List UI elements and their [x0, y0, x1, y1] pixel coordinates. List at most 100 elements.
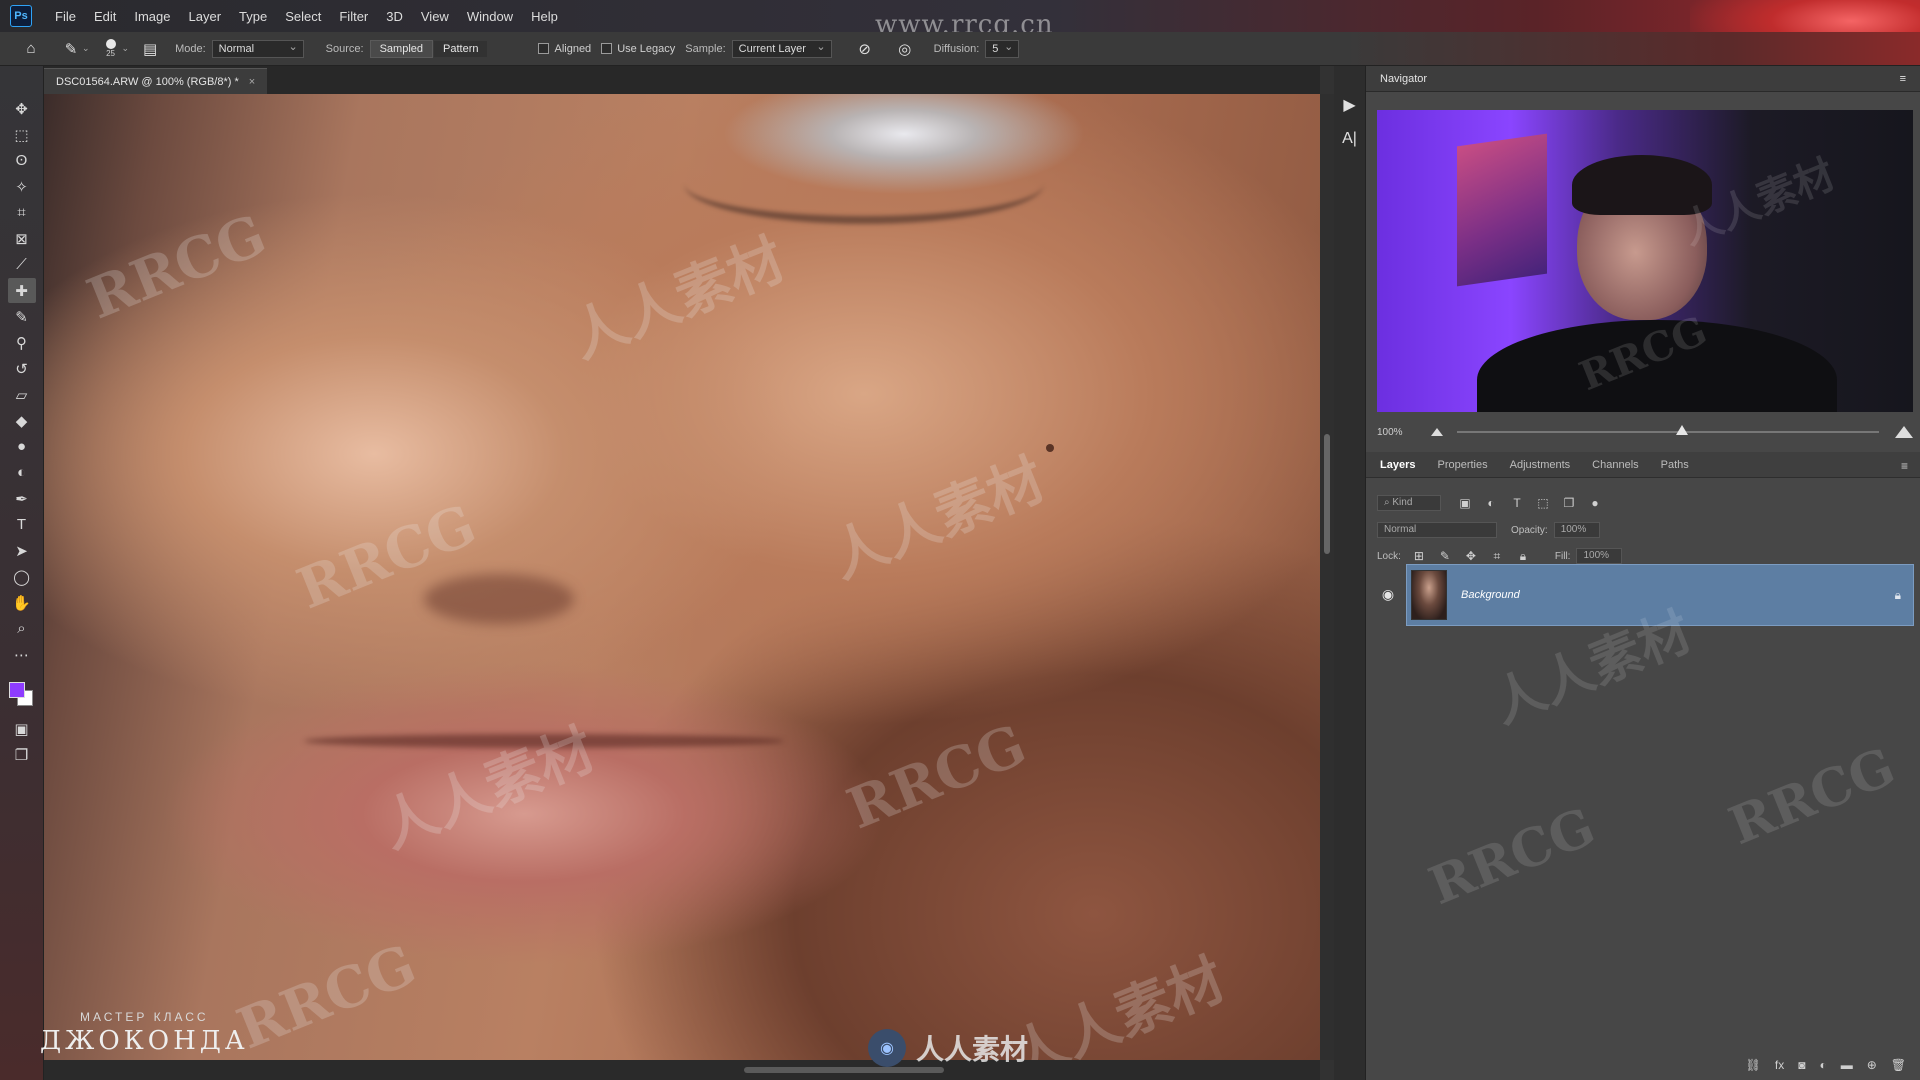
- play-actions-icon[interactable]: ▶: [1337, 92, 1363, 118]
- ignore-adjustment-layers-icon[interactable]: ⊘: [854, 38, 876, 60]
- zoom-tool-icon[interactable]: ⌕: [8, 616, 36, 641]
- clone-stamp-tool-icon[interactable]: ⚲: [8, 330, 36, 355]
- crop-tool-icon[interactable]: ⌗: [8, 200, 36, 225]
- menu-file[interactable]: File: [46, 9, 85, 24]
- blur-tool-icon[interactable]: ●: [8, 434, 36, 459]
- vertical-scroll-thumb[interactable]: [1324, 434, 1330, 554]
- panel-menu-icon[interactable]: ≡: [1900, 73, 1906, 85]
- brush-size-picker[interactable]: 25: [105, 39, 116, 58]
- foreground-color-swatch[interactable]: [8, 682, 25, 698]
- lasso-tool-icon[interactable]: ʘ: [8, 148, 36, 173]
- healing-brush-tool-icon[interactable]: ✚: [7, 278, 36, 303]
- smart-object-filter-icon[interactable]: ❐: [1561, 496, 1577, 510]
- watermark: 人人素材: [561, 226, 794, 372]
- menu-layer[interactable]: Layer: [180, 9, 231, 24]
- paint-bucket-tool-icon[interactable]: ◆: [8, 408, 36, 433]
- close-tab-icon[interactable]: ×: [249, 76, 255, 88]
- menu-edit[interactable]: Edit: [85, 9, 125, 24]
- character-panel-icon[interactable]: A|: [1337, 126, 1363, 152]
- layer-lock-icon[interactable]: 🔒︎: [1895, 588, 1901, 603]
- new-group-icon[interactable]: ▬: [1841, 1058, 1853, 1072]
- lock-artboard-icon[interactable]: ⌗: [1489, 549, 1505, 564]
- navigator-title[interactable]: Navigator: [1380, 73, 1427, 85]
- hand-tool-icon[interactable]: ✋: [8, 590, 36, 615]
- history-brush-tool-icon[interactable]: ↺: [8, 356, 36, 381]
- healing-brush-preset-icon[interactable]: ✎: [60, 38, 82, 60]
- link-layers-icon[interactable]: ⛓: [1746, 1058, 1761, 1072]
- tab-layers[interactable]: Layers: [1380, 459, 1415, 471]
- menu-filter[interactable]: Filter: [330, 9, 377, 24]
- menu-3d[interactable]: 3D: [377, 9, 412, 24]
- tab-adjustments[interactable]: Adjustments: [1510, 459, 1571, 471]
- tab-paths[interactable]: Paths: [1661, 459, 1689, 471]
- menu-type[interactable]: Type: [230, 9, 276, 24]
- adjustment-layer-icon[interactable]: ◐: [1819, 1058, 1826, 1072]
- sample-select[interactable]: Current Layer: [731, 39, 832, 58]
- eraser-tool-icon[interactable]: ▱: [8, 382, 36, 407]
- menu-view[interactable]: View: [412, 9, 458, 24]
- marquee-tool-icon[interactable]: ⬚: [8, 122, 36, 147]
- menu-select[interactable]: Select: [276, 9, 330, 24]
- source-pattern-button[interactable]: Pattern: [433, 39, 489, 58]
- dodge-tool-icon[interactable]: ◐: [8, 460, 36, 485]
- tab-channels[interactable]: Channels: [1592, 459, 1638, 471]
- document-canvas[interactable]: RRCG 人人素材 RRCG 人人素材 RRCG 人人素材 RRCG 人人素材: [44, 94, 1320, 1060]
- tab-properties[interactable]: Properties: [1437, 459, 1487, 471]
- zoom-slider-knob[interactable]: [1676, 425, 1689, 435]
- menu-help[interactable]: Help: [522, 9, 567, 24]
- move-tool-icon[interactable]: ✥: [8, 96, 36, 121]
- navigator-preview[interactable]: 人人素材 RRCG: [1377, 110, 1913, 412]
- brush-settings-icon[interactable]: ▤: [139, 38, 161, 60]
- adjustment-filter-icon[interactable]: ◐: [1483, 496, 1499, 510]
- type-tool-icon[interactable]: T: [8, 512, 36, 537]
- nostril-shadow: [424, 574, 574, 624]
- layer-visibility-eye-icon[interactable]: ◉: [1378, 584, 1398, 604]
- path-selection-tool-icon[interactable]: ➤: [8, 538, 36, 563]
- pressure-size-icon[interactable]: ◎: [894, 38, 916, 60]
- pixel-filter-icon[interactable]: ▣: [1457, 496, 1473, 510]
- opacity-field[interactable]: 100%: [1553, 522, 1600, 538]
- new-layer-icon[interactable]: ⊕: [1867, 1058, 1877, 1072]
- zoom-in-icon[interactable]: [1895, 426, 1913, 438]
- magic-wand-tool-icon[interactable]: ✧: [8, 174, 36, 199]
- frame-tool-icon[interactable]: ⊠: [8, 226, 36, 251]
- brush-tool-icon[interactable]: ✎: [8, 304, 36, 329]
- document-tab[interactable]: DSC01564.ARW @ 100% (RGB/8*) * ×: [44, 68, 268, 94]
- home-icon[interactable]: ⌂: [20, 38, 42, 60]
- color-swatches[interactable]: [7, 680, 37, 710]
- type-filter-icon[interactable]: T: [1509, 496, 1525, 510]
- lock-transparent-icon[interactable]: ⊞: [1411, 549, 1427, 563]
- layers-panel-menu-icon[interactable]: ≡: [1901, 459, 1908, 473]
- shape-filter-icon[interactable]: ⬚: [1535, 496, 1551, 510]
- zoom-percent[interactable]: 100%: [1377, 427, 1403, 438]
- add-mask-icon[interactable]: ◙: [1798, 1058, 1805, 1072]
- quick-mask-icon[interactable]: ▣: [8, 716, 36, 741]
- lock-position-icon[interactable]: ✥: [1463, 549, 1479, 563]
- fx-icon[interactable]: fx: [1775, 1058, 1784, 1072]
- zoom-out-icon[interactable]: [1430, 428, 1443, 436]
- pen-tool-icon[interactable]: ✒: [8, 486, 36, 511]
- aligned-checkbox[interactable]: [538, 43, 550, 54]
- zoom-slider[interactable]: [1456, 425, 1879, 435]
- blend-mode-select[interactable]: Normal: [1377, 522, 1497, 538]
- eyedropper-tool-icon[interactable]: ⟋: [8, 252, 36, 277]
- lock-image-icon[interactable]: ✎: [1437, 549, 1453, 563]
- diffusion-select[interactable]: 5: [985, 39, 1020, 58]
- filter-toggle-icon[interactable]: ●: [1587, 496, 1603, 510]
- mode-select[interactable]: Normal: [211, 39, 304, 58]
- use-legacy-checkbox[interactable]: [601, 43, 613, 54]
- menu-image[interactable]: Image: [125, 9, 179, 24]
- screen-mode-icon[interactable]: ❐: [8, 742, 36, 767]
- horizontal-scrollbar[interactable]: [44, 1060, 1320, 1080]
- layer-kind-filter[interactable]: ⌕ Kind: [1377, 495, 1441, 511]
- layer-name[interactable]: Background: [1461, 589, 1520, 601]
- menu-window[interactable]: Window: [458, 9, 522, 24]
- source-sampled-button[interactable]: Sampled: [369, 39, 434, 58]
- vertical-scrollbar[interactable]: [1320, 94, 1334, 1060]
- shape-tool-icon[interactable]: ◯: [8, 564, 36, 589]
- lock-all-icon[interactable]: 🔒︎: [1515, 549, 1531, 564]
- brand-title: ДЖОКОНДА: [40, 1026, 249, 1056]
- fill-field[interactable]: 100%: [1576, 548, 1623, 564]
- more-tools-icon[interactable]: ⋯: [8, 642, 36, 667]
- delete-layer-icon[interactable]: 🗑︎: [1891, 1058, 1906, 1072]
